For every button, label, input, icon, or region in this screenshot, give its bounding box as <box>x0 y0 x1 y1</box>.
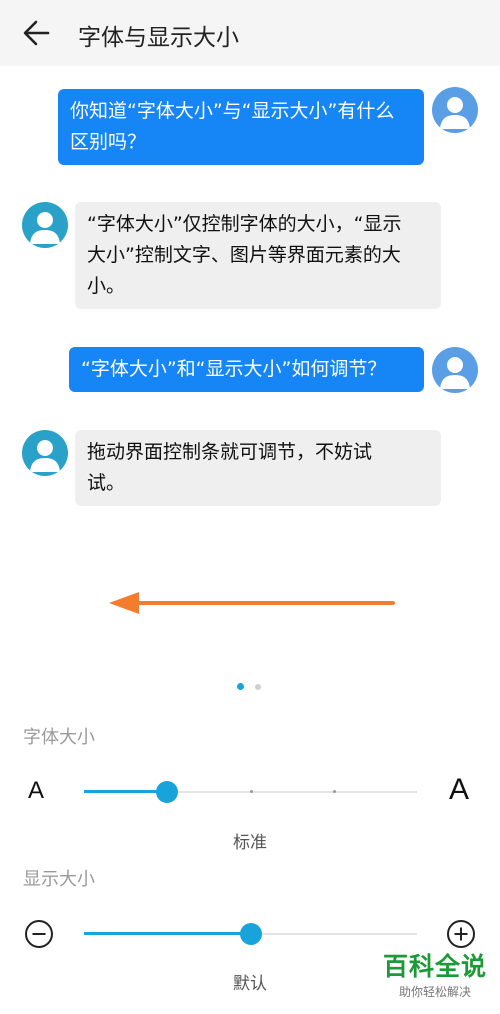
chat-bubble-outgoing: 你知道“字体大小”与“显示大小”有什么 区别吗？ <box>58 89 424 165</box>
display-size-slider[interactable] <box>84 919 417 949</box>
avatar <box>22 430 68 476</box>
page-indicator <box>237 682 267 692</box>
user-silhouette-icon <box>30 212 60 244</box>
watermark-subtitle: 助你轻松解决 <box>398 985 471 999</box>
page-dot[interactable] <box>255 684 261 690</box>
message-line: 区别吗？ <box>70 131 147 153</box>
avatar <box>432 87 478 133</box>
user-silhouette-icon <box>30 440 60 472</box>
small-a-glyph: A <box>28 777 45 804</box>
slider-thumb[interactable] <box>239 923 262 945</box>
display-size-label: 显示大小 <box>23 869 95 890</box>
message-line: 拖动界面控制条就可调节，不妨试 <box>87 441 373 463</box>
watermark-logo: 百科全说 助你轻松解决 <box>375 950 495 1000</box>
message-line: 试。 <box>87 472 126 494</box>
avatar <box>22 202 68 248</box>
chat-bubble-incoming: “字体大小”仅控制字体的大小，“显示 大小”控制文字、图片等界面元素的大 小。 <box>75 202 441 309</box>
slider-tick <box>249 790 253 793</box>
page-title: 字体与显示大小 <box>78 25 239 51</box>
message-line: 你知道“字体大小”与“显示大小”有什么 <box>70 100 395 122</box>
page-dot-active <box>237 683 244 690</box>
message-line: “字体大小”仅控制字体的大小，“显示 <box>87 213 402 235</box>
arrow-left-icon[interactable] <box>20 16 54 50</box>
chat-bubble-outgoing: “字体大小”和“显示大小”如何调节？ <box>69 347 424 392</box>
font-size-label: 字体大小 <box>23 727 95 748</box>
message-line: 大小”控制文字、图片等界面元素的大 <box>87 244 401 266</box>
message-line: “字体大小”和“显示大小”如何调节？ <box>81 358 387 380</box>
plus-circle-icon[interactable] <box>446 919 476 949</box>
user-silhouette-icon <box>440 357 470 389</box>
swipe-left-arrow-icon <box>109 592 395 614</box>
user-silhouette-icon <box>440 97 470 129</box>
chat-bubble-incoming: 拖动界面控制条就可调节，不妨试 试。 <box>75 430 441 506</box>
slider-track-fill <box>84 932 251 935</box>
avatar <box>432 347 478 393</box>
large-a-glyph: A <box>449 773 470 806</box>
slider-thumb[interactable] <box>156 781 179 803</box>
message-line: 小。 <box>87 275 126 297</box>
font-size-caption: 标准 <box>233 833 267 853</box>
minus-circle-icon[interactable] <box>24 919 54 949</box>
display-size-caption: 默认 <box>233 974 267 994</box>
font-size-slider[interactable] <box>84 777 417 807</box>
watermark-title: 百科全说 <box>382 952 487 981</box>
top-app-bar: 字体与显示大小 <box>0 0 500 66</box>
slider-tick <box>332 790 336 793</box>
slider-track-fill <box>84 790 168 793</box>
